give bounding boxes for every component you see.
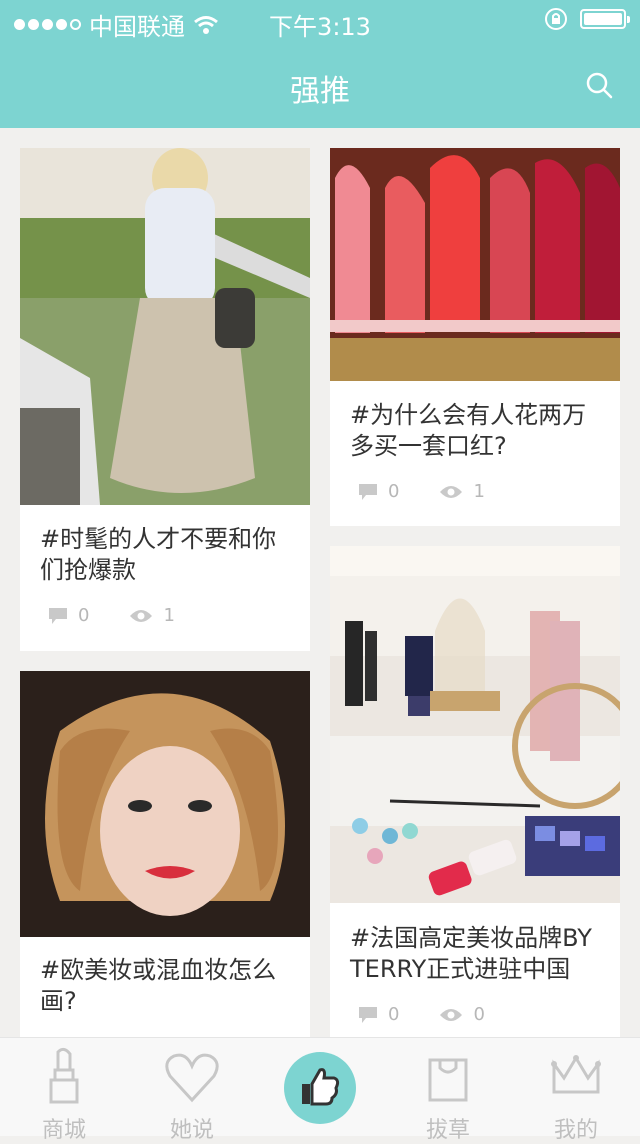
comment-icon xyxy=(359,1006,377,1023)
view-count: 1 xyxy=(129,605,175,626)
feed-card[interactable]: #法国高定美妆品牌BY TERRY正式进驻中国 0 0 xyxy=(330,546,620,1037)
feed-card[interactable]: #时髦的人才不要和你们抢爆款 0 1 xyxy=(20,148,310,651)
eye-icon xyxy=(440,485,463,498)
feed-card[interactable]: #为什么会有人花两万多买一套口红? 0 1 xyxy=(330,148,620,526)
eye-icon xyxy=(440,1008,463,1021)
rotation-lock-icon xyxy=(545,8,567,30)
view-count: 0 xyxy=(439,1004,485,1025)
portrait-photo xyxy=(20,671,310,937)
eye-icon xyxy=(130,609,153,622)
tab-mall[interactable]: 商城 xyxy=(0,1038,128,1143)
header: 强推 xyxy=(0,40,640,128)
view-count-value: 1 xyxy=(473,481,485,502)
tab-label: 我的 xyxy=(553,1118,598,1143)
thumbs-up-icon xyxy=(302,1068,340,1106)
card-title: #为什么会有人花两万多买一套口红? xyxy=(350,401,587,460)
card-title: #欧美妆或混血妆怎么画? xyxy=(40,956,277,1015)
battery-icon xyxy=(580,9,630,29)
tab-mine[interactable]: 我的 xyxy=(512,1038,640,1143)
comment-count-value: 0 xyxy=(388,481,400,502)
tab-label: 拔草 xyxy=(425,1118,470,1143)
status-icons xyxy=(544,7,630,31)
comment-count: 0 xyxy=(358,1004,399,1025)
comment-count: 0 xyxy=(358,481,399,502)
tab-recommend[interactable] xyxy=(256,1038,384,1137)
view-count-value: 1 xyxy=(163,605,175,626)
page-title: 强推 xyxy=(290,74,350,109)
lipstick-photo xyxy=(330,148,620,381)
makeup-products-photo xyxy=(330,546,620,903)
card-title: #法国高定美妆品牌BY TERRY正式进驻中国 xyxy=(350,924,592,983)
tab-bar: 商城 她说 拔草 我的 xyxy=(0,1037,640,1143)
card-meta: 0 1 xyxy=(358,481,485,502)
crown-icon xyxy=(551,1055,601,1094)
comment-icon xyxy=(359,483,377,500)
status-bar: 中国联通 下午3:13 xyxy=(0,0,640,41)
heart-icon xyxy=(165,1053,219,1103)
tab-she-says[interactable]: 她说 xyxy=(128,1038,256,1143)
card-meta: 0 0 xyxy=(358,1004,485,1025)
search-icon[interactable] xyxy=(584,70,614,100)
comment-icon xyxy=(49,607,67,624)
lipstick-icon xyxy=(49,1047,79,1104)
view-count: 1 xyxy=(439,481,485,502)
card-meta: 0 1 xyxy=(48,605,175,626)
comment-count-value: 0 xyxy=(78,605,90,626)
fashion-photo xyxy=(20,148,310,505)
comment-count-value: 0 xyxy=(388,1004,400,1025)
tab-pull-grass[interactable]: 拔草 xyxy=(384,1038,512,1143)
tab-label: 她说 xyxy=(169,1118,214,1143)
card-title: #时髦的人才不要和你们抢爆款 xyxy=(40,525,277,584)
tab-label: 商城 xyxy=(41,1118,86,1143)
view-count-value: 0 xyxy=(473,1004,485,1025)
feed-card[interactable]: #欧美妆或混血妆怎么画? xyxy=(20,671,310,1037)
shopping-bag-icon xyxy=(428,1058,468,1102)
comment-count: 0 xyxy=(48,605,89,626)
